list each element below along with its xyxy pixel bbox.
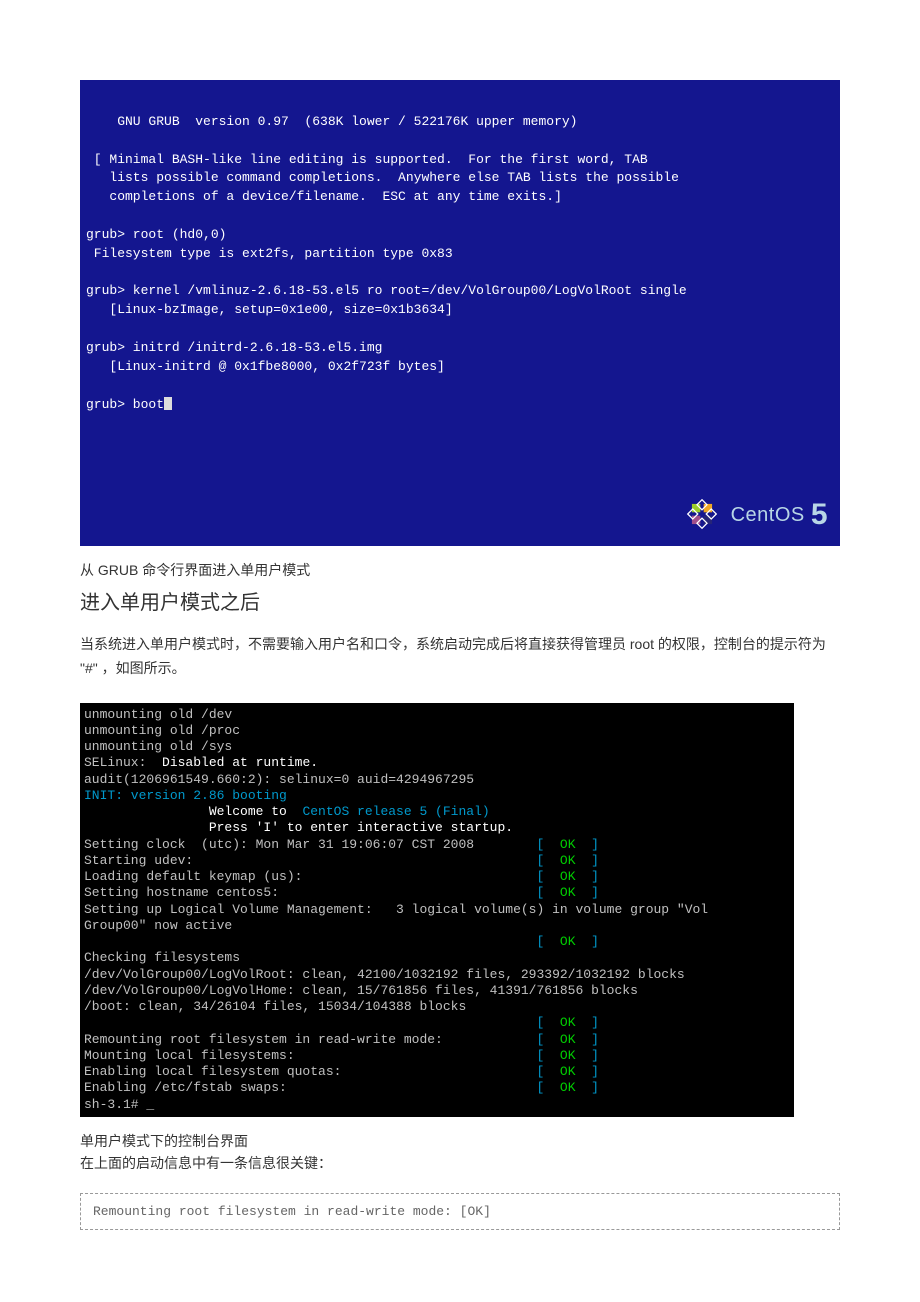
boot-line: /dev/VolGroup00/LogVolHome: clean, 15/76… xyxy=(84,983,638,998)
boot-line: Press 'I' to enter interactive startup. xyxy=(84,820,513,835)
status-ok: OK xyxy=(560,885,576,900)
boot-line: Remounting root filesystem in read-write… xyxy=(84,1032,536,1047)
boot-line: unmounting old /proc xyxy=(84,723,240,738)
boot-line: Setting clock (utc): Mon Mar 31 19:06:07… xyxy=(84,837,536,852)
boot-line: Setting hostname centos5: xyxy=(84,885,536,900)
boot-line: SELinux: xyxy=(84,755,162,770)
boot-line: audit(1206961549.660:2): selinux=0 auid=… xyxy=(84,772,474,787)
boot-line: Checking filesystems xyxy=(84,950,240,965)
grub-hint-line: lists possible command completions. Anyw… xyxy=(86,170,679,185)
status-ok: OK xyxy=(560,837,576,852)
boot-distro: CentOS release 5 (Final) xyxy=(302,804,489,819)
boot-line xyxy=(84,934,536,949)
boot-line: Loading default keymap (us): xyxy=(84,869,536,884)
boot-line: INIT: version 2.86 booting xyxy=(84,788,287,803)
grub-output: Filesystem type is ext2fs, partition typ… xyxy=(86,246,453,261)
boot-line: Setting up Logical Volume Management: 3 … xyxy=(84,902,708,917)
boot-line: unmounting old /dev xyxy=(84,707,232,722)
boot-line: Enabling local filesystem quotas: xyxy=(84,1064,536,1079)
grub-cmd-boot: grub> boot xyxy=(86,397,164,412)
boot-line: Group00" now active xyxy=(84,918,232,933)
status-ok: OK xyxy=(560,1080,576,1095)
body-paragraph: 当系统进入单用户模式时，不需要输入用户名和口令，系统启动完成后将直接获得管理员 … xyxy=(80,633,840,681)
status-ok: OK xyxy=(560,853,576,868)
cursor-icon xyxy=(164,397,172,410)
shell-prompt: sh-3.1# _ xyxy=(84,1097,154,1112)
status-ok: OK xyxy=(560,869,576,884)
grub-hint-line: [ Minimal BASH-like line editing is supp… xyxy=(86,152,648,167)
centos-version: 5 xyxy=(811,498,828,531)
boot-line: Starting udev: xyxy=(84,853,536,868)
boot-line: Enabling /etc/fstab swaps: xyxy=(84,1080,536,1095)
boot-line: Welcome to xyxy=(84,804,302,819)
boot-line: unmounting old /sys xyxy=(84,739,232,754)
section-heading: 进入单用户模式之后 xyxy=(80,586,840,615)
status-ok: OK xyxy=(560,934,576,949)
status-ok: OK xyxy=(560,1015,576,1030)
grub-hint-line: completions of a device/filename. ESC at… xyxy=(86,189,562,204)
status-ok: OK xyxy=(560,1064,576,1079)
grub-cmd-kernel: grub> kernel /vmlinuz-2.6.18-53.el5 ro r… xyxy=(86,283,687,298)
boot-line: Mounting local filesystems: xyxy=(84,1048,536,1063)
status-ok: OK xyxy=(560,1048,576,1063)
grub-output: [Linux-initrd @ 0x1fbe8000, 0x2f723f byt… xyxy=(86,359,445,374)
status-ok: OK xyxy=(560,1032,576,1047)
grub-header: GNU GRUB version 0.97 (638K lower / 5221… xyxy=(86,114,577,129)
grub-cmd-root: grub> root (hd0,0) xyxy=(86,227,226,242)
figure-caption: 从 GRUB 命令行界面进入单用户模式 xyxy=(80,560,840,580)
boot-line: Disabled at runtime. xyxy=(162,755,318,770)
grub-cmd-initrd: grub> initrd /initrd-2.6.18-53.el5.img xyxy=(86,340,382,355)
centos-logo-text: CentOS 5 xyxy=(731,493,828,537)
page-container: GNU GRUB version 0.97 (638K lower / 5221… xyxy=(0,0,920,1270)
boot-line: /dev/VolGroup00/LogVolRoot: clean, 42100… xyxy=(84,967,685,982)
boot-line xyxy=(84,1015,536,1030)
grub-terminal-screenshot: GNU GRUB version 0.97 (638K lower / 5221… xyxy=(80,80,840,546)
grub-output: [Linux-bzImage, setup=0x1e00, size=0x1b3… xyxy=(86,302,453,317)
boot-terminal-screenshot: unmounting old /dev unmounting old /proc… xyxy=(80,703,794,1117)
figure-caption: 单用户模式下的控制台界面 xyxy=(80,1131,840,1151)
boot-line: /boot: clean, 34/26104 files, 15034/1043… xyxy=(84,999,466,1014)
body-text: 在上面的启动信息中有一条信息很关键： xyxy=(80,1153,840,1173)
code-snippet: Remounting root filesystem in read-write… xyxy=(80,1193,840,1230)
centos-logo-icon xyxy=(681,493,723,535)
centos-logo: CentOS 5 xyxy=(681,493,828,537)
